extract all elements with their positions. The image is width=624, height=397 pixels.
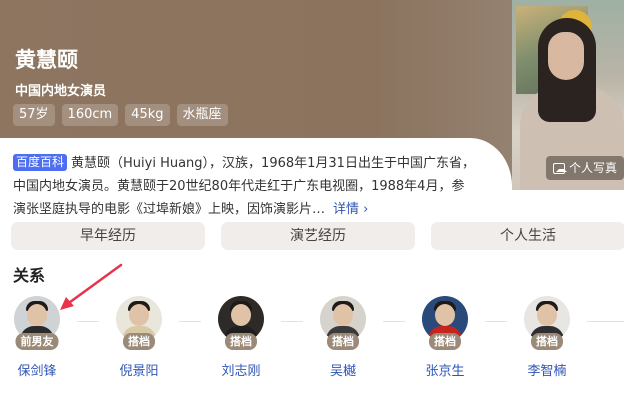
section-career[interactable]: 演艺经历 xyxy=(221,222,415,250)
relation-name[interactable]: 李智楠 xyxy=(517,360,577,379)
section-buttons: 早年经历 演艺经历 个人生活 xyxy=(11,222,624,250)
relation-role: 搭档 xyxy=(327,333,359,350)
relation-name[interactable]: 倪景阳 xyxy=(109,360,169,379)
photo-face xyxy=(548,32,584,80)
attribute-tags: 57岁 160cm 45kg 水瓶座 xyxy=(13,104,228,126)
relations-list: 前男友 保剑锋 搭档 倪景阳 搭档 刘志刚 搭档 吴樾 搭档 张京生 搭档 李智… xyxy=(0,296,624,386)
person-name: 黄慧颐 xyxy=(15,48,78,72)
section-early-life[interactable]: 早年经历 xyxy=(11,222,205,250)
relation-item[interactable]: 搭档 张京生 xyxy=(415,296,475,379)
divider xyxy=(77,321,99,322)
relation-role: 搭档 xyxy=(123,333,155,350)
divider xyxy=(485,321,507,322)
tag-age: 57岁 xyxy=(13,104,55,126)
person-occupation: 中国内地女演员 xyxy=(15,84,107,99)
relation-name[interactable]: 刘志刚 xyxy=(211,360,271,379)
tag-weight: 45kg xyxy=(125,104,170,126)
divider xyxy=(587,321,624,322)
relation-item[interactable]: 前男友 保剑锋 xyxy=(7,296,67,379)
image-icon xyxy=(553,162,567,174)
relation-name[interactable]: 张京生 xyxy=(415,360,475,379)
relation-item[interactable]: 搭档 吴樾 xyxy=(313,296,373,379)
divider xyxy=(383,321,405,322)
relation-role: 搭档 xyxy=(531,333,563,350)
relation-role: 前男友 xyxy=(15,333,59,350)
relation-item[interactable]: 搭档 倪景阳 xyxy=(109,296,169,379)
baike-badge[interactable]: 百度百科 xyxy=(13,154,68,171)
tag-height: 160cm xyxy=(61,104,119,126)
relation-role: 搭档 xyxy=(225,333,257,350)
summary-text-block: 百度百科 黄慧颐（Huiyi Huang），汉族，1968年1月31日出生于中国广… xyxy=(13,152,475,221)
relation-item[interactable]: 搭档 李智楠 xyxy=(517,296,577,379)
section-personal-life[interactable]: 个人生活 xyxy=(431,222,624,250)
relations-title: 关系 xyxy=(13,266,46,285)
relation-name[interactable]: 吴樾 xyxy=(313,360,373,379)
personal-photos-button[interactable]: 个人写真 xyxy=(546,156,624,180)
summary-text: 黄慧颐（Huiyi Huang），汉族，1968年1月31日出生于中国广东省，中… xyxy=(13,156,475,217)
details-link[interactable]: 详情 › xyxy=(333,202,368,217)
divider xyxy=(179,321,201,322)
personal-photos-label: 个人写真 xyxy=(569,161,618,175)
relation-role: 搭档 xyxy=(429,333,461,350)
relation-item[interactable]: 搭档 刘志刚 xyxy=(211,296,271,379)
divider xyxy=(281,321,303,322)
tag-zodiac: 水瓶座 xyxy=(176,104,228,126)
relation-name[interactable]: 保剑锋 xyxy=(7,360,67,379)
